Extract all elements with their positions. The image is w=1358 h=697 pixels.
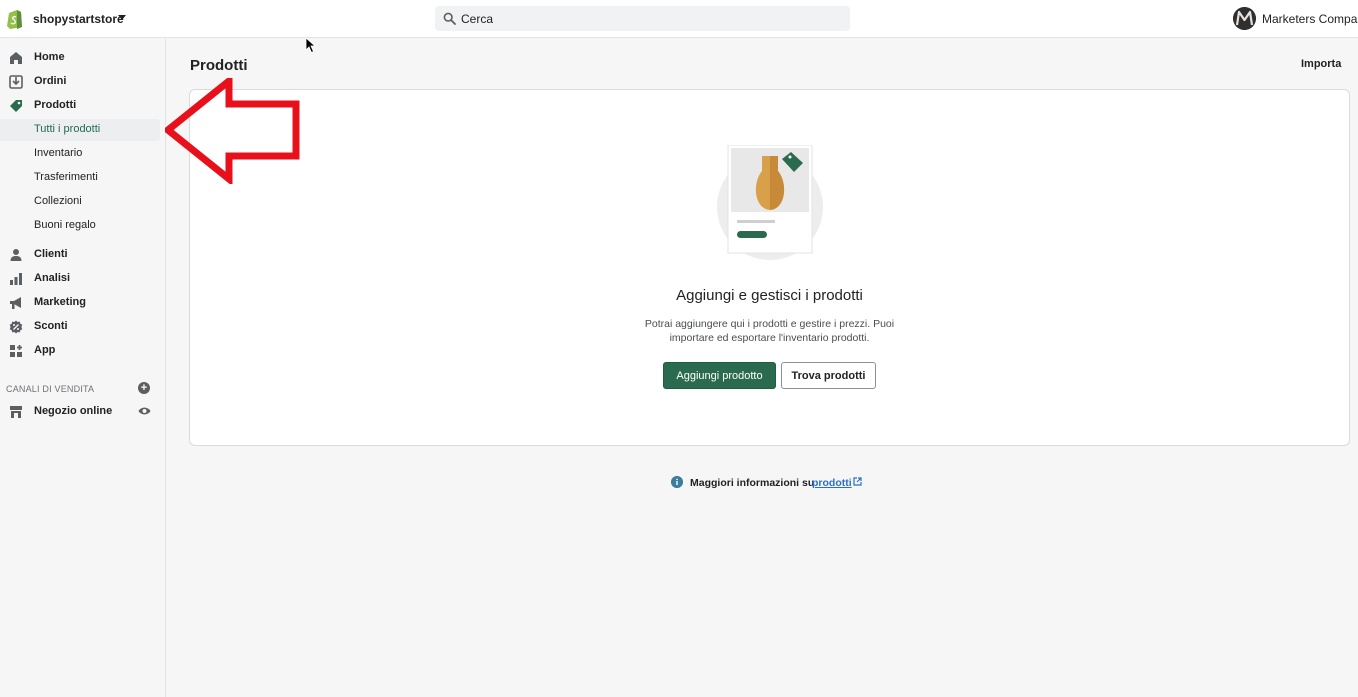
sidebar-item-label: Buoni regalo — [34, 219, 96, 231]
search-input[interactable]: Cerca — [435, 6, 850, 31]
sales-channels-title: CANALI DI VENDITA — [6, 384, 95, 394]
empty-state-title: Aggiungi e gestisci i prodotti — [676, 287, 863, 304]
sidebar-item-label: Prodotti — [34, 99, 77, 111]
add-product-button[interactable]: Aggiungi prodotto — [663, 362, 776, 389]
empty-state-description-line1: Potrai aggiungere qui i prodotti e gesti… — [644, 318, 895, 330]
sidebar-item-label: Tutti i prodotti — [34, 123, 101, 135]
sidebar-item-analytics[interactable]: Analisi — [0, 268, 166, 290]
page-title: Prodotti — [190, 57, 248, 74]
sidebar-item-label: Collezioni — [34, 195, 82, 207]
sidebar-subitem-collections[interactable]: Collezioni — [0, 191, 160, 213]
sidebar-item-label: Negozio online — [34, 405, 113, 417]
sidebar-item-home[interactable]: Home — [0, 47, 166, 69]
sidebar-subitem-all-products[interactable]: Tutti i prodotti — [0, 119, 160, 141]
store-icon — [10, 406, 22, 418]
sidebar: Home Ordini Prodotti Tutti i prodotti In… — [0, 39, 166, 697]
sidebar-item-label: Marketing — [34, 296, 86, 308]
sidebar-item-label: Analisi — [34, 272, 71, 284]
sidebar-item-label: Inventario — [34, 147, 83, 159]
learn-more-link[interactable]: prodotti — [812, 477, 852, 489]
sidebar-item-label: Trasferimenti — [34, 171, 98, 183]
home-icon — [10, 52, 22, 64]
apps-icon — [10, 345, 22, 357]
sidebar-subitem-gift-cards[interactable]: Buoni regalo — [0, 215, 160, 237]
chevron-down-icon[interactable] — [118, 15, 126, 20]
top-bar: shopystartstore Cerca Marketers Company — [0, 0, 1358, 38]
avatar[interactable] — [1233, 7, 1256, 30]
sidebar-item-orders[interactable]: Ordini — [0, 71, 166, 93]
sidebar-subitem-transfers[interactable]: Trasferimenti — [0, 167, 160, 189]
person-icon — [10, 249, 22, 261]
shopify-logo-icon[interactable] — [6, 8, 24, 29]
sidebar-item-label: Clienti — [34, 248, 68, 260]
find-products-button[interactable]: Trova prodotti — [781, 362, 876, 389]
avatar-logo-icon — [1233, 7, 1256, 30]
orders-icon — [9, 75, 23, 89]
sidebar-item-label: Home — [34, 51, 65, 63]
sidebar-item-label: App — [34, 344, 56, 356]
sidebar-item-products[interactable]: Prodotti — [0, 95, 166, 117]
search-icon — [443, 12, 456, 25]
bar-chart-icon — [10, 273, 22, 285]
mouse-cursor-icon — [305, 37, 317, 54]
learn-more-text: Maggiori informazioni su — [690, 477, 815, 489]
sidebar-item-label: Ordini — [34, 75, 67, 87]
search-placeholder: Cerca — [461, 12, 494, 26]
red-arrow-annotation-icon — [165, 78, 300, 184]
empty-state-description-line2: importare ed esportare l'inventario prod… — [669, 332, 870, 344]
sidebar-item-label: Sconti — [34, 320, 68, 332]
import-button[interactable]: Importa — [1301, 58, 1341, 70]
empty-state-card: Aggiungi e gestisci i prodotti Potrai ag… — [189, 89, 1350, 446]
info-icon — [671, 476, 683, 488]
megaphone-icon — [10, 297, 21, 309]
sidebar-item-apps[interactable]: App — [0, 340, 166, 362]
empty-state-description: Potrai aggiungere qui i prodotti e gesti… — [190, 317, 1349, 345]
external-link-icon[interactable] — [853, 477, 862, 486]
account-name[interactable]: Marketers Company — [1262, 12, 1358, 26]
sidebar-item-discounts[interactable]: Sconti — [0, 316, 166, 338]
sidebar-item-customers[interactable]: Clienti — [0, 244, 166, 266]
add-channel-icon[interactable]: + — [138, 382, 150, 394]
discount-icon — [9, 320, 23, 334]
sidebar-subitem-inventory[interactable]: Inventario — [0, 143, 160, 165]
eye-icon[interactable] — [138, 406, 151, 416]
store-name[interactable]: shopystartstore — [33, 12, 124, 26]
empty-products-illustration-icon — [717, 145, 823, 260]
tag-icon — [10, 100, 22, 112]
sidebar-item-marketing[interactable]: Marketing — [0, 292, 166, 314]
